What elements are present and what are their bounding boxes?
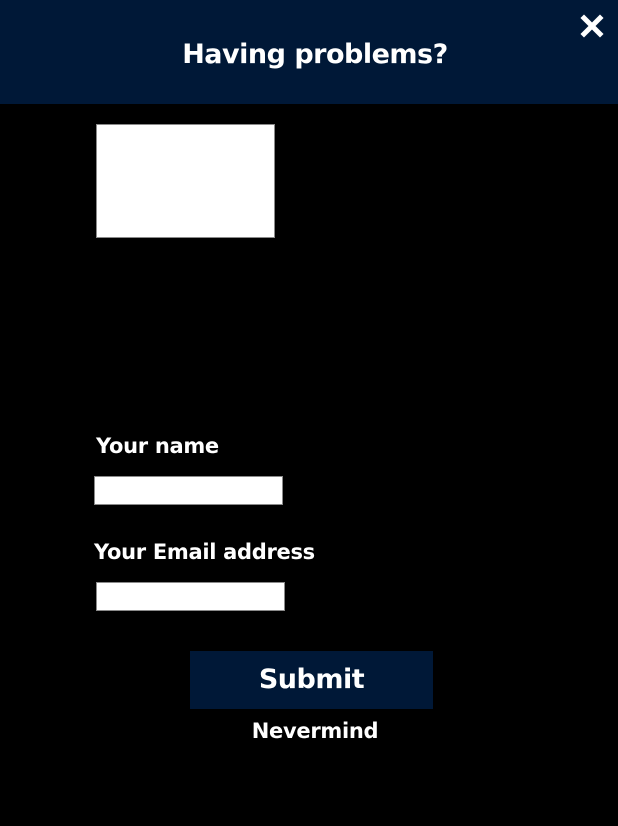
dialog-title: Having problems?	[182, 39, 448, 70]
name-field[interactable]	[94, 476, 283, 505]
problem-description-field[interactable]	[96, 124, 275, 238]
close-icon	[580, 14, 604, 38]
close-button[interactable]	[576, 10, 608, 42]
nevermind-link[interactable]: Nevermind	[190, 716, 440, 746]
email-field[interactable]	[96, 582, 285, 611]
email-label: Your Email address	[94, 540, 315, 564]
name-label: Your name	[96, 434, 219, 458]
submit-button[interactable]: Submit	[190, 651, 433, 709]
dialog-header: Having problems?	[0, 0, 618, 104]
problem-report-dialog: Having problems? Your name Your Email ad…	[0, 0, 618, 826]
